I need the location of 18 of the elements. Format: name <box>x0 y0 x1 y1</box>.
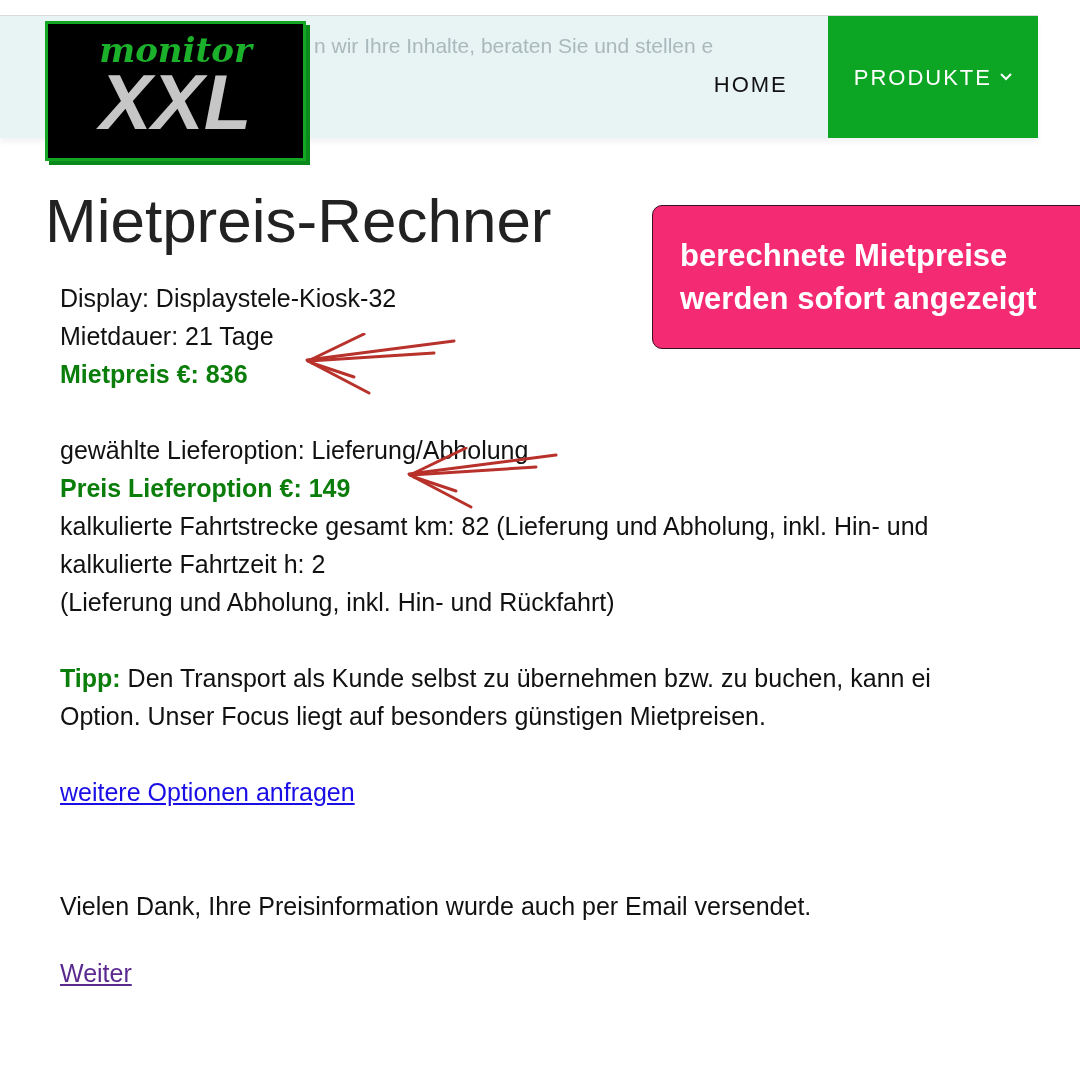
nav-item[interactable]: HOME <box>713 67 788 101</box>
price-text: Preis Lieferoption €: 149 <box>60 469 351 507</box>
result-text: gewählte Lieferoption: Lieferung/Abholung <box>60 435 529 466</box>
logo-text: monitor <box>99 33 252 67</box>
result-text: kalkulierte Fahrtzeit h: 2 <box>60 549 326 580</box>
result-text: Option. Unser Focus liegt auf besonders günstigen Mietpreisen. <box>60 701 766 732</box>
price-text: Mietpreis €: 836 <box>60 355 248 393</box>
marquee-text: n wir Ihre Inhalte, beraten Sie und stellen e <box>314 33 714 59</box>
link[interactable]: weitere Optionen anfragen <box>60 773 355 811</box>
tip-text: Tipp: Den Transport als Kunde selbst zu übernehmen bzw. zu buchen, kann ei <box>60 663 931 694</box>
callout-text: werden sofort angezeigt <box>680 280 1038 318</box>
result-text: Mietdauer: 21 Tage <box>60 321 274 352</box>
result-text: kalkulierte Fahrtstrecke gesamt km: 82 (Lieferung und Abholung, inkl. Hin- und <box>60 511 929 542</box>
result-text: Display: Displaystele-Kiosk-32 <box>60 283 397 314</box>
callout-text: berechnete Mietpreise <box>680 237 1009 275</box>
result-text: Vielen Dank, Ihre Preisinformation wurde auch per Email versendet. <box>60 891 812 922</box>
link[interactable]: Weiter <box>60 954 132 992</box>
result-text: (Lieferung und Abholung, inkl. Hin- und Rückfahrt) <box>60 587 615 618</box>
